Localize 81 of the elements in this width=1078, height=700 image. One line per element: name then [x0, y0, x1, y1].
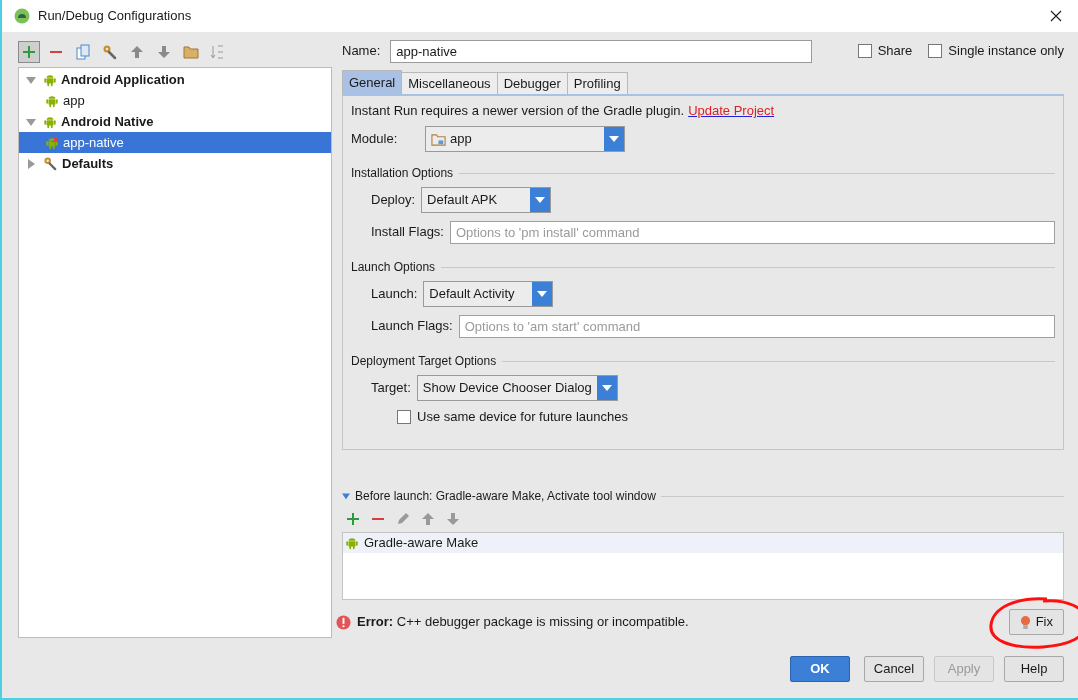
- tab[interactable]: Profiling: [566, 72, 628, 94]
- section-title: Before launch: Gradle-aware Make, Activate tool window: [355, 488, 656, 505]
- up-arrow-icon[interactable]: [420, 511, 436, 527]
- module-dropdown[interactable]: app: [425, 126, 625, 152]
- field-label: Launch Flags:: [371, 317, 453, 336]
- folder-icon: [183, 44, 199, 60]
- sort-icon: [210, 44, 226, 60]
- add-icon: [21, 44, 37, 60]
- expanded-arrow-icon[interactable]: [26, 116, 36, 127]
- field-label: Launch:: [371, 285, 418, 304]
- add-icon[interactable]: [345, 511, 361, 527]
- field-label: Install Flags:: [371, 223, 444, 242]
- error-message: Error: C++ debugger package is missing or incompatible.: [357, 613, 690, 632]
- dialog-button[interactable]: Cancel: [864, 656, 924, 682]
- down-arrow-icon[interactable]: [445, 511, 461, 527]
- tree-item[interactable]: Android Application: [19, 69, 331, 90]
- fix-button[interactable]: Fix: [1008, 609, 1064, 635]
- pencil-icon[interactable]: [395, 511, 411, 527]
- notice-text: Instant Run requires a newer version of the Gradle plugin. Update Project: [351, 100, 776, 122]
- window-title: Run/Debug Configurations: [38, 7, 192, 26]
- tree-item[interactable]: Android Native: [19, 111, 331, 132]
- expanded-arrow-icon[interactable]: [342, 492, 350, 500]
- dropdown-arrow-icon: [535, 197, 546, 203]
- dropdown[interactable]: Default APK: [421, 187, 552, 213]
- wrench-gear-icon: [43, 156, 58, 171]
- dialog-button[interactable]: OK: [790, 656, 850, 682]
- flags-field[interactable]: Options to 'pm install' command: [450, 220, 1055, 244]
- module-folder-icon: [431, 131, 446, 147]
- checkbox[interactable]: [857, 44, 872, 58]
- dropdown-value: app: [450, 130, 472, 149]
- lightbulb-icon: [1019, 614, 1031, 630]
- checkbox-label: Share: [877, 42, 913, 61]
- error-icon: [336, 614, 351, 630]
- checkbox-label: Use same device for future launches: [417, 408, 628, 427]
- expanded-arrow-icon[interactable]: [26, 74, 36, 85]
- section-title: Deployment Target Options: [351, 353, 497, 370]
- android-icon: [43, 72, 57, 87]
- dropdown[interactable]: Show Device Chooser Dialog: [416, 375, 618, 401]
- update-project-link[interactable]: Update Project: [688, 101, 775, 121]
- checkbox-label: Single instance only: [948, 42, 1064, 61]
- field-label: Deploy:: [371, 191, 416, 210]
- tree-label: app: [63, 91, 85, 110]
- android-icon: [43, 114, 57, 129]
- list-item[interactable]: Gradle-aware Make: [343, 533, 1063, 553]
- checkbox[interactable]: [397, 410, 411, 424]
- name-field[interactable]: app-native: [390, 39, 813, 63]
- name-label: Name:: [342, 42, 381, 61]
- dropdown[interactable]: Default Activity: [423, 281, 554, 307]
- flags-field[interactable]: Options to 'am start' command: [458, 314, 1055, 338]
- collapsed-arrow-icon[interactable]: [26, 158, 36, 169]
- dropdown-arrow-icon: [537, 291, 548, 297]
- field-label: Target:: [371, 379, 411, 398]
- add-button[interactable]: [18, 41, 40, 63]
- up-arrow-icon: [129, 44, 145, 60]
- dropdown-value: Default Activity: [429, 285, 515, 304]
- tree-item[interactable]: Defaults: [19, 153, 331, 174]
- dialog-button[interactable]: Help: [1004, 656, 1064, 682]
- tree-label: app-native: [63, 133, 124, 152]
- section-title: Installation Options: [351, 165, 454, 182]
- section-title: Launch Options: [351, 259, 436, 276]
- list-item-label: Gradle-aware Make: [364, 534, 479, 553]
- tab[interactable]: Debugger: [496, 72, 568, 94]
- copy-icon: [75, 44, 91, 60]
- tree-item[interactable]: app: [19, 90, 331, 111]
- tree-label: Android Native: [61, 112, 154, 131]
- tab[interactable]: Miscellaneous: [401, 72, 498, 94]
- dropdown-value: Show Device Chooser Dialog: [422, 379, 592, 398]
- tab[interactable]: General: [342, 70, 403, 94]
- tree-label: Android Application: [61, 70, 185, 89]
- app-icon: [14, 8, 30, 24]
- dropdown-arrow-icon: [601, 385, 612, 391]
- dropdown-value: Default APK: [427, 191, 498, 210]
- module-label: Module:: [351, 130, 399, 149]
- down-arrow-icon: [156, 44, 172, 60]
- tree-label: Defaults: [62, 154, 114, 173]
- dropdown-arrow-icon: [609, 136, 619, 142]
- wrench-gear-icon: [102, 44, 118, 60]
- android-icon: [345, 536, 359, 550]
- tree-item[interactable]: app-native: [19, 132, 331, 153]
- close-icon[interactable]: [1050, 10, 1062, 22]
- checkbox[interactable]: [928, 44, 943, 58]
